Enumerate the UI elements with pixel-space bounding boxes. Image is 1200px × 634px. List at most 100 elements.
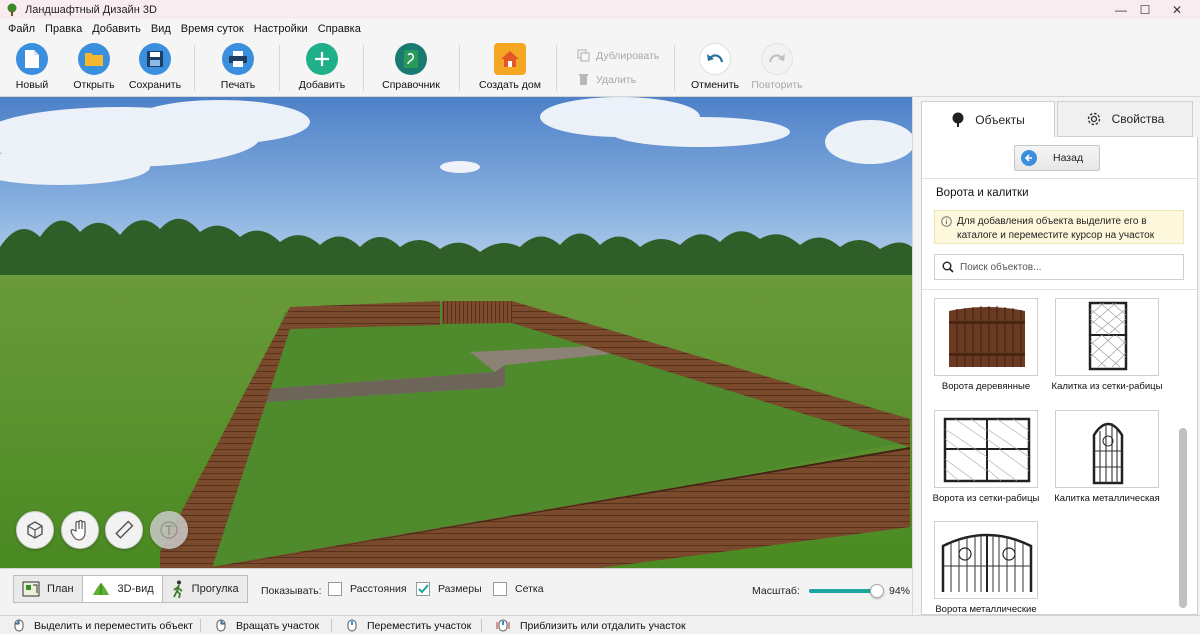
catalog-item-mesh-gate[interactable]: [934, 410, 1038, 488]
folder-icon: [78, 43, 110, 75]
delete-label: Удалить: [596, 73, 637, 86]
section-title: Ворота и калитки: [936, 187, 1029, 199]
catalog-item-mesh-wicket[interactable]: [1055, 298, 1159, 376]
checkbox-grid-label: Сетка: [515, 583, 544, 595]
back-button[interactable]: Назад: [1014, 145, 1100, 171]
undo-label: Отменить: [691, 79, 739, 91]
duplicate-button[interactable]: Дублировать: [577, 49, 659, 62]
add-button[interactable]: Добавить: [290, 43, 354, 91]
undo-icon: [699, 43, 731, 75]
arrow-left-icon: [1021, 150, 1037, 166]
divider: [922, 289, 1199, 290]
close-icon: ✕: [1171, 2, 1183, 17]
checkbox-distances-label: Расстояния: [350, 583, 407, 595]
save-button[interactable]: Сохранить: [123, 43, 187, 91]
duplicate-icon: [577, 49, 590, 62]
menu-edit[interactable]: Правка: [40, 23, 87, 35]
rotate-view-button[interactable]: [16, 511, 54, 549]
menu-add[interactable]: Добавить: [87, 23, 146, 35]
mode-plan[interactable]: План: [14, 576, 83, 602]
toolbar-divider: [194, 45, 195, 91]
catalog-item-label: Ворота деревянные: [941, 381, 1031, 392]
hint-pan: Переместить участок: [347, 619, 471, 632]
open-button[interactable]: Открыть: [62, 43, 126, 91]
search-box[interactable]: [934, 254, 1184, 280]
search-input[interactable]: [960, 261, 1170, 273]
checkbox-distances[interactable]: Расстояния: [328, 582, 407, 596]
menu-file[interactable]: Файл: [3, 23, 40, 35]
scale-value: 94%: [889, 585, 911, 597]
status-divider: [200, 619, 201, 632]
toolbar: Новый Открыть Сохранить Печать Добавить …: [0, 39, 1200, 97]
hint-rotate-label: Вращать участок: [236, 619, 320, 632]
printer-icon: [222, 43, 254, 75]
mode-walk[interactable]: Прогулка: [162, 576, 247, 602]
scale-slider[interactable]: [809, 584, 884, 598]
3d-viewport[interactable]: [0, 97, 912, 568]
catalog-scrollbar[interactable]: [1179, 302, 1187, 612]
delete-button[interactable]: Удалить: [577, 73, 636, 86]
catalog-item-label: Ворота из сетки-рабицы: [932, 493, 1040, 504]
maximize-icon: ☐: [1139, 2, 1151, 17]
info-hint: Для добавления объекта выделите его в ка…: [934, 210, 1184, 244]
checkbox-box[interactable]: [328, 582, 342, 596]
open-label: Открыть: [73, 79, 115, 91]
menu-help[interactable]: Справка: [313, 23, 366, 35]
tab-objects[interactable]: Объекты: [921, 101, 1055, 137]
mouse-right-click-icon: [216, 619, 226, 632]
plus-icon: [306, 43, 338, 75]
pan-view-button[interactable]: [61, 511, 99, 549]
new-button[interactable]: Новый: [0, 43, 64, 91]
reference-book-icon: [395, 43, 427, 75]
catalog-item-label: Калитка из сетки-рабицы: [1051, 381, 1163, 392]
catalog-item-wooden-gate[interactable]: [934, 298, 1038, 376]
checkbox-box[interactable]: [416, 582, 430, 596]
new-file-icon: [16, 43, 48, 75]
print-button[interactable]: Печать: [206, 43, 270, 91]
catalog-item-label: Ворота металлические: [935, 604, 1037, 615]
metal-wicket-icon: [1092, 422, 1124, 485]
toolbar-divider: [363, 45, 364, 91]
undo-button[interactable]: Отменить: [683, 43, 747, 91]
window-title: Ландшафтный Дизайн 3D: [25, 3, 157, 16]
menu-bar: Файл Правка Добавить Вид Время суток Нас…: [0, 19, 1200, 39]
mouse-left-click-icon: [14, 619, 24, 632]
info-icon: [941, 216, 952, 227]
slider-knob[interactable]: [869, 584, 884, 598]
mesh-wicket-icon: [1088, 301, 1128, 371]
mouse-scroll-icon: [496, 619, 510, 632]
menu-settings[interactable]: Настройки: [249, 23, 313, 35]
info-text: Для добавления объекта выделите его в ка…: [957, 216, 1155, 241]
hint-zoom-label: Приблизить или отдалить участок: [520, 619, 686, 632]
scrollbar-thumb[interactable]: [1179, 428, 1187, 608]
catalog-item-metal-gate[interactable]: [934, 521, 1038, 599]
redo-button[interactable]: Повторить: [745, 43, 809, 91]
house-icon: [494, 43, 526, 75]
rotate-cube-icon: [27, 521, 43, 539]
checkbox-grid[interactable]: Сетка: [493, 582, 544, 596]
mode-3d[interactable]: 3D-вид: [82, 576, 163, 602]
back-label: Назад: [1053, 152, 1084, 164]
hint-rotate: Вращать участок: [216, 619, 319, 632]
scale-label: Масштаб:: [752, 585, 800, 597]
gear-icon: [1087, 112, 1100, 126]
reference-button[interactable]: Справочник: [379, 43, 443, 91]
mesh-gate-icon: [943, 417, 1031, 483]
toolbar-divider: [556, 45, 557, 91]
tree-icon: [952, 112, 964, 127]
create-house-button[interactable]: Создать дом: [478, 43, 542, 91]
menu-view[interactable]: Вид: [146, 23, 176, 35]
mode-plan-label: План: [47, 583, 74, 595]
catalog-item-metal-wicket[interactable]: [1055, 410, 1159, 488]
text-tool-button[interactable]: [150, 511, 188, 549]
tab-properties[interactable]: Свойства: [1057, 101, 1193, 137]
status-bar: Выделить и переместить объект Вращать уч…: [0, 615, 1200, 634]
checkbox-box[interactable]: [493, 582, 507, 596]
close-window-button[interactable]: ✕: [1154, 0, 1200, 19]
new-label: Новый: [15, 79, 49, 91]
plan-icon: [22, 581, 40, 597]
hint-zoom: Приблизить или отдалить участок: [496, 619, 686, 632]
checkbox-dimensions[interactable]: Размеры: [416, 582, 482, 596]
menu-time-of-day[interactable]: Время суток: [176, 23, 249, 35]
measure-button[interactable]: [105, 511, 143, 549]
